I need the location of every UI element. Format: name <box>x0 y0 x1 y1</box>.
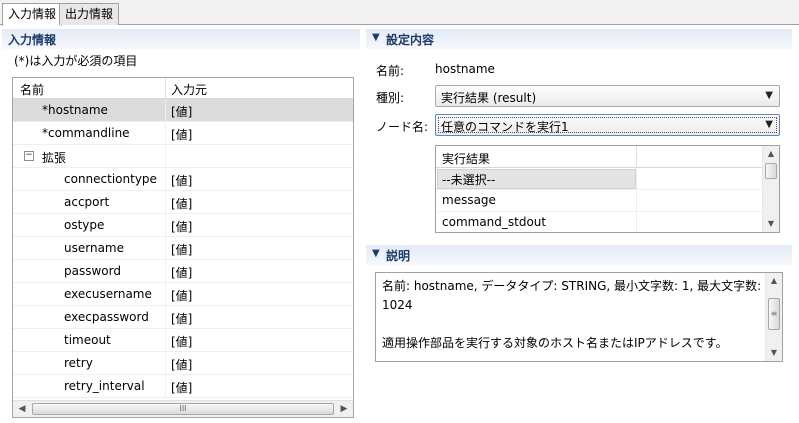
table-row[interactable]: *commandline [値] <box>13 122 353 145</box>
row-value: [値] <box>171 381 193 395</box>
row-name: password <box>64 264 121 278</box>
scroll-up-icon[interactable]: ▲ <box>763 147 779 161</box>
name-value: hostname <box>435 62 495 76</box>
column-header-source[interactable]: 入力元 <box>171 81 207 98</box>
row-value: [値] <box>171 289 193 303</box>
description-title: 説明 <box>386 249 411 263</box>
node-label: ノード名: <box>376 120 429 134</box>
row-name: ostype <box>64 218 105 232</box>
table-row[interactable]: execpassword [値] <box>13 306 353 329</box>
kind-label: 種別: <box>376 91 405 105</box>
grip-icon: III <box>179 404 187 413</box>
row-name: retry_interval <box>64 379 145 393</box>
scroll-thumb[interactable]: III <box>32 403 334 415</box>
row-name: 拡張 <box>42 151 67 165</box>
list-item[interactable]: command_stdout <box>436 212 763 232</box>
table-row[interactable]: password [値] <box>13 260 353 283</box>
row-name: timeout <box>64 333 111 347</box>
dropdown-arrow-icon: ▼ <box>765 119 773 130</box>
list-item-label: --未選択-- <box>442 173 496 187</box>
result-column-header[interactable]: 実行結果 <box>442 150 490 167</box>
row-value: [値] <box>171 358 193 372</box>
table-header: 名前 入力元 <box>13 78 353 99</box>
table-row[interactable]: ostype [値] <box>13 214 353 237</box>
row-value: [値] <box>171 220 193 234</box>
row-value: [値] <box>171 335 193 349</box>
row-name: *commandline <box>42 126 130 140</box>
scroll-right-icon[interactable]: ▶ <box>336 402 352 417</box>
kind-dropdown[interactable]: 実行結果 (result) ▼ <box>435 85 780 107</box>
row-value: [値] <box>171 105 193 119</box>
dropdown-arrow-icon: ▼ <box>765 90 773 101</box>
name-label: 名前: <box>376 64 405 78</box>
collapse-arrow-icon[interactable]: ▼ <box>372 248 380 259</box>
table-row[interactable]: *hostname [値] <box>13 99 353 122</box>
list-item[interactable]: --未選択-- <box>436 168 763 190</box>
table-row[interactable]: execusername [値] <box>13 283 353 306</box>
scroll-up-icon[interactable]: ▲ <box>766 274 782 288</box>
row-name: connectiontype <box>64 172 157 186</box>
description-text: 名前: hostname, データタイプ: STRING, 最小文字数: 1, … <box>382 277 762 353</box>
row-name: username <box>64 241 124 255</box>
scroll-down-icon[interactable]: ▼ <box>766 346 782 360</box>
horizontal-scrollbar[interactable]: ◀ III ▶ <box>13 400 353 417</box>
row-name: *hostname <box>42 103 108 117</box>
vertical-scrollbar[interactable]: ▲ ▼ <box>762 146 779 232</box>
scroll-thumb[interactable] <box>765 163 777 179</box>
description-box[interactable]: 名前: hostname, データタイプ: STRING, 最小文字数: 1, … <box>375 272 783 362</box>
column-header-name[interactable]: 名前 <box>20 81 44 98</box>
table-row[interactable]: timeout [値] <box>13 329 353 352</box>
row-name: execpassword <box>64 310 149 324</box>
node-dropdown-value: 任意のコマンドを実行1 <box>441 120 569 134</box>
row-name: accport <box>64 195 110 209</box>
table-row[interactable]: accport [値] <box>13 191 353 214</box>
scroll-thumb[interactable]: ≡ <box>768 298 780 330</box>
row-value: [値] <box>171 266 193 280</box>
list-item-label: command_stdout <box>442 215 547 229</box>
table-row[interactable]: retry_interval [値] <box>13 375 353 398</box>
required-note: (*)は入力が必須の項目 <box>14 54 138 68</box>
node-dropdown[interactable]: 任意のコマンドを実行1 ▼ <box>435 114 780 136</box>
table-row[interactable]: username [値] <box>13 237 353 260</box>
result-list-header: 実行結果 <box>436 146 763 168</box>
description-line-1: 名前: hostname, データタイプ: STRING, 最小文字数: 1, … <box>382 279 762 312</box>
list-item-label: message <box>442 193 496 207</box>
input-table[interactable]: 名前 入力元 *hostname [値] *commandline [値] − … <box>12 77 354 418</box>
tab-input-info[interactable]: 入力情報 <box>2 3 63 26</box>
collapse-toggle-icon[interactable]: − <box>24 151 34 161</box>
row-name: retry <box>64 356 93 370</box>
vertical-scrollbar[interactable]: ▲ ≡ ▼ <box>765 273 782 361</box>
table-row[interactable]: retry [値] <box>13 352 353 375</box>
settings-title: 設定内容 <box>386 33 435 47</box>
row-value: [値] <box>171 312 193 326</box>
row-value: [値] <box>171 197 193 211</box>
tab-bar: 入力情報 出力情報 <box>0 0 799 26</box>
scroll-left-icon[interactable]: ◀ <box>14 402 30 417</box>
grip-icon: ≡ <box>770 309 778 318</box>
row-value: [値] <box>171 243 193 257</box>
row-name: execusername <box>64 287 152 301</box>
table-row[interactable]: connectiontype [値] <box>13 168 353 191</box>
settings-header[interactable]: ▼ 設定内容 <box>366 29 792 49</box>
input-info-title: 入力情報 <box>8 33 57 47</box>
input-info-header: 入力情報 <box>2 29 360 49</box>
kind-dropdown-value: 実行結果 (result) <box>441 91 537 105</box>
description-line-2: 適用操作部品を実行する対象のホスト名またはIPアドレスです。 <box>382 336 728 350</box>
row-value: [値] <box>171 128 193 142</box>
scroll-down-icon[interactable]: ▼ <box>763 217 779 231</box>
description-header[interactable]: ▼ 説明 <box>366 245 792 265</box>
tab-output-info[interactable]: 出力情報 <box>59 3 120 25</box>
row-value: [値] <box>171 174 193 188</box>
table-row-group[interactable]: − 拡張 <box>13 145 353 168</box>
list-item[interactable]: message <box>436 190 763 212</box>
result-list[interactable]: 実行結果 --未選択-- message command_stdout ▲ ▼ <box>435 145 780 233</box>
collapse-arrow-icon[interactable]: ▼ <box>372 32 380 43</box>
